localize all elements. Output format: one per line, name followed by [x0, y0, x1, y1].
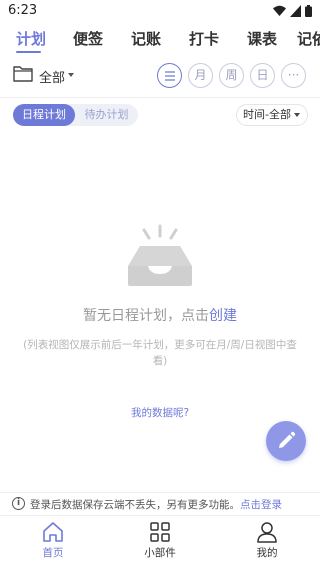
segment-schedule-plan[interactable]: 日程计划 [13, 104, 75, 126]
more-options-button[interactable]: ··· [281, 63, 306, 88]
battery-icon [305, 5, 312, 17]
plan-toolbar: 全部 月 周 日 ··· [0, 60, 320, 90]
nav-profile[interactable]: 我的 [227, 521, 307, 560]
tab-plan[interactable]: 计划 [16, 28, 46, 49]
status-icons [273, 5, 312, 17]
folder-icon[interactable] [13, 65, 33, 82]
wifi-icon [273, 5, 286, 16]
empty-state-title: 暂无日程计划，点击创建 [0, 305, 320, 325]
plan-type-segment: 日程计划 待办计划 [13, 104, 138, 126]
empty-state-text: 暂无日程计划，点击 [83, 308, 209, 324]
home-icon [43, 522, 63, 542]
chevron-down-icon [294, 113, 300, 117]
tab-notes[interactable]: 便签 [73, 28, 103, 49]
add-plan-button[interactable] [266, 421, 306, 461]
tab-schedule[interactable]: 课表 [247, 28, 277, 49]
info-icon: i [12, 497, 25, 510]
list-view-button[interactable] [157, 63, 182, 88]
time-filter-label: 时间-全部 [243, 108, 291, 121]
folder-filter-label[interactable]: 全部 [39, 67, 65, 86]
week-view-button[interactable]: 周 [219, 63, 244, 88]
signal-icon [290, 5, 301, 17]
segment-todo-plan[interactable]: 待办计划 [75, 104, 138, 126]
month-view-button[interactable]: 月 [188, 63, 213, 88]
tab-checkin[interactable]: 打卡 [189, 28, 219, 49]
login-prompt-text: 登录后数据保存云端不丢失，另有更多功能。 [30, 499, 240, 511]
top-tab-bar: 计划 便签 记账 打卡 课表 记依 [0, 24, 320, 54]
nav-widgets-label: 小部件 [144, 547, 176, 559]
tab-accounting[interactable]: 记账 [131, 28, 161, 49]
chevron-down-icon[interactable] [68, 73, 74, 77]
empty-inbox-icon [128, 224, 192, 286]
login-prompt: 登录后数据保存云端不丢失，另有更多功能。点击登录 [30, 497, 282, 512]
nav-home-label: 首页 [42, 547, 64, 559]
toolbar-divider [0, 97, 320, 98]
pencil-icon [279, 431, 296, 448]
bottom-navigation: 首页 小部件 我的 [0, 515, 320, 568]
where-is-my-data-link[interactable]: 我的数据呢? [0, 405, 320, 420]
empty-state-subtitle: (列表视图仅展示前后一年计划，更多可在月/周/日视图中查看) [23, 339, 297, 367]
nav-widgets[interactable]: 小部件 [120, 521, 200, 560]
nav-home[interactable]: 首页 [13, 521, 93, 560]
widgets-icon [150, 522, 170, 542]
time-filter-dropdown[interactable]: 时间-全部 [236, 104, 308, 126]
day-view-button[interactable]: 日 [250, 63, 275, 88]
login-link[interactable]: 点击登录 [240, 499, 282, 511]
create-plan-link[interactable]: 创建 [209, 308, 237, 324]
status-bar: 6:23 [0, 0, 320, 24]
profile-icon [257, 522, 277, 543]
list-view-icon [164, 71, 175, 81]
active-tab-indicator [16, 51, 41, 53]
tab-memo[interactable]: 记依 [297, 28, 320, 49]
nav-profile-label: 我的 [256, 547, 278, 559]
login-prompt-bar: i 登录后数据保存云端不丢失，另有更多功能。点击登录 [0, 492, 320, 514]
status-time: 6:23 [8, 3, 38, 18]
